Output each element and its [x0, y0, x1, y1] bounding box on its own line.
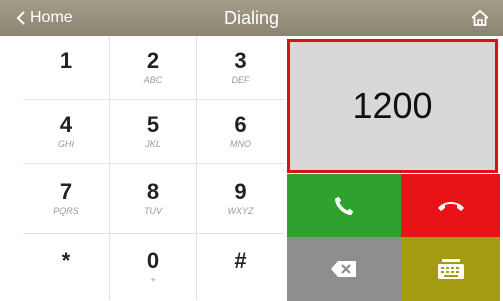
- key-letters: JKL: [145, 139, 161, 149]
- key-2[interactable]: 2 ABC: [110, 36, 197, 100]
- dialer-screen: Home Dialing 1 2 ABC 3 DEF 4 GHI 5 JKL 6 MNO …: [0, 0, 503, 301]
- key-letters: WXYZ: [227, 206, 254, 216]
- dialed-number-display: 1200: [287, 39, 498, 173]
- key-digit: 3: [234, 48, 247, 73]
- key-digit: 5: [146, 112, 160, 137]
- hang-up-button[interactable]: [401, 174, 500, 237]
- home-icon: [471, 9, 489, 26]
- key-6[interactable]: 6 MNO: [197, 100, 284, 164]
- key-letters: DEF: [231, 75, 250, 85]
- key-digit: *: [61, 247, 71, 273]
- key-4[interactable]: 4 GHI: [23, 100, 110, 164]
- key-7[interactable]: 7 PQRS: [23, 164, 110, 234]
- key-digit: 1: [59, 48, 73, 73]
- home-button[interactable]: [467, 6, 493, 30]
- key-digit: 9: [234, 179, 247, 204]
- key-digit: 6: [234, 112, 247, 137]
- call-button[interactable]: [287, 174, 401, 237]
- key-0[interactable]: 0 +: [110, 234, 197, 300]
- dial-keypad: 1 2 ABC 3 DEF 4 GHI 5 JKL 6 MNO 7 PQRS 8 TUV 9 W…: [23, 36, 287, 300]
- key-3[interactable]: 3 DEF: [197, 36, 284, 100]
- key-digit: 0: [146, 247, 160, 273]
- dialed-number: 1200: [352, 85, 433, 126]
- key-letters: +: [150, 274, 156, 285]
- hang-up-icon: [437, 201, 464, 211]
- key-digit: 2: [146, 48, 160, 73]
- key-digit: 8: [146, 179, 160, 204]
- backspace-icon: [331, 261, 356, 277]
- key-hash[interactable]: #: [197, 234, 284, 300]
- phone-call-icon: [335, 196, 354, 215]
- key-letters: TUV: [144, 206, 162, 216]
- key-digit: 4: [59, 112, 73, 137]
- keyboard-icon: [437, 259, 464, 279]
- key-5[interactable]: 5 JKL: [110, 100, 197, 164]
- key-9[interactable]: 9 WXYZ: [197, 164, 284, 234]
- backspace-button[interactable]: [287, 237, 401, 301]
- key-digit: #: [234, 247, 247, 273]
- key-letters: MNO: [230, 139, 251, 149]
- key-8[interactable]: 8 TUV: [110, 164, 197, 234]
- keyboard-button[interactable]: [401, 237, 500, 301]
- key-digit: 7: [59, 179, 73, 204]
- header-bar: Home Dialing: [0, 0, 503, 36]
- key-star[interactable]: *: [23, 234, 110, 300]
- page-title: Dialing: [223, 8, 280, 28]
- key-letters: GHI: [57, 139, 74, 149]
- key-letters: ABC: [143, 75, 163, 85]
- key-letters: PQRS: [53, 206, 79, 216]
- key-1[interactable]: 1: [23, 36, 110, 100]
